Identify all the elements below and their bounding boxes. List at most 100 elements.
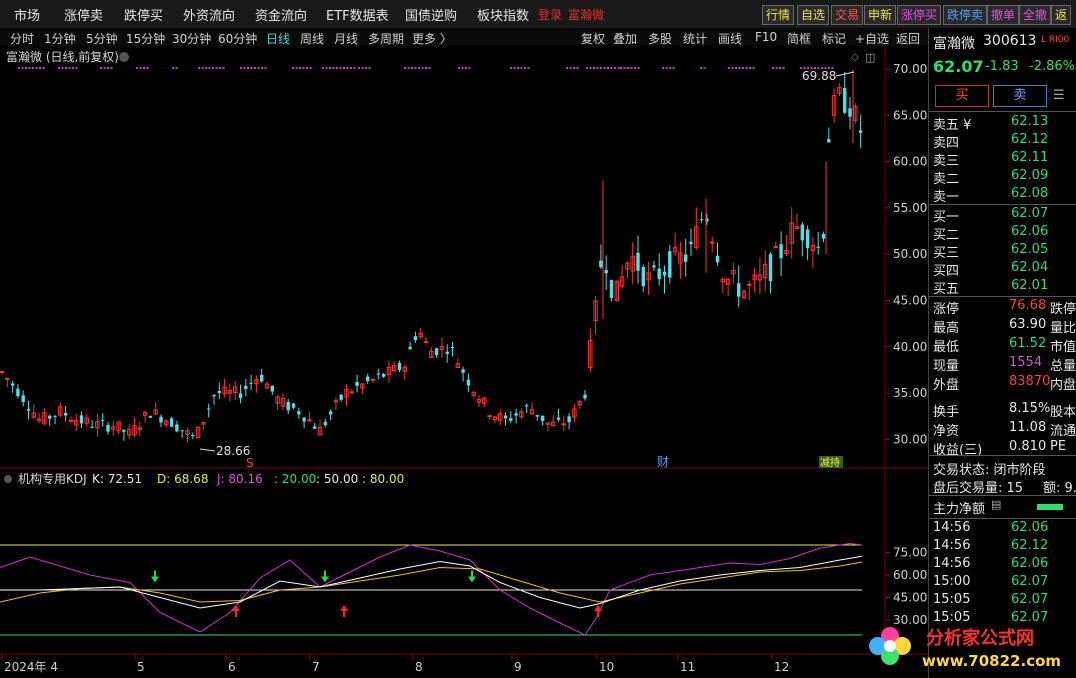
sell-button[interactable]: 卖 <box>993 85 1047 107</box>
signal-dot <box>630 67 633 69</box>
period-monthly[interactable]: 月线 <box>334 30 358 47</box>
menu-market[interactable]: 市场 <box>14 5 40 24</box>
signal-dot <box>42 67 45 69</box>
stock-code: 300613 <box>983 33 1037 49</box>
candle-body-down <box>509 418 513 421</box>
period-1min[interactable]: 1分钟 <box>44 30 76 47</box>
tool-draw[interactable]: 画线 <box>718 30 742 47</box>
candle-body-down <box>848 108 852 117</box>
period-30min[interactable]: 30分钟 <box>172 30 211 47</box>
menu-limit-up-sell[interactable]: 涨停卖 <box>64 5 103 24</box>
tool-adjust[interactable]: 复权 <box>581 30 605 47</box>
signal-dot <box>21 67 24 69</box>
toolbar-cancel-all-button[interactable]: 全撤 <box>1019 5 1052 25</box>
stat-label: 换手 <box>933 405 960 420</box>
signal-dot <box>637 67 640 69</box>
signal-dot <box>669 67 671 69</box>
ask-price: 62.11 <box>1011 150 1049 165</box>
candle-body-down <box>668 251 672 278</box>
candle-body-down <box>323 421 327 426</box>
signal-dot <box>665 67 668 69</box>
tool-stats[interactable]: 统计 <box>683 30 707 47</box>
toolbar-limit-up-buy-button[interactable]: 涨停买 <box>897 5 942 25</box>
signal-dot <box>593 67 595 69</box>
tick-time: 15:05 <box>933 592 971 607</box>
period-15min[interactable]: 15分钟 <box>126 30 165 47</box>
divider <box>929 455 1076 456</box>
tool-simple-frame[interactable]: 简框 <box>787 30 811 47</box>
jian-event-marker[interactable]: 减持 <box>820 456 840 469</box>
period-more[interactable]: 更多 〉 <box>412 30 452 47</box>
period-tick[interactable]: 分时 <box>10 30 34 47</box>
s-event-marker[interactable]: S <box>246 456 254 470</box>
period-5min[interactable]: 5分钟 <box>86 30 118 47</box>
kline-chart[interactable]: 富瀚微 (日线,前复权) ◇ ◫ 70.00 65.00 60.00 55.00 50.… <box>0 46 928 678</box>
main-flow-label: 主力净额 <box>933 502 986 517</box>
signal-dot <box>18 67 20 69</box>
signal-dot <box>39 67 41 69</box>
toolbar-cancel-order-button[interactable]: 撤单 <box>987 5 1020 25</box>
tick-price: 62.06 <box>1011 520 1049 535</box>
cai-event-marker[interactable]: 财 <box>657 455 669 469</box>
more-icon[interactable]: ☰ <box>1053 88 1065 103</box>
menu-repo[interactable]: 国债逆购 <box>405 5 457 24</box>
indicator-settings-icon[interactable] <box>4 475 12 483</box>
menu-foreign-flow[interactable]: 外资流向 <box>183 5 235 24</box>
price-tick-label: 50.00 <box>893 247 927 261</box>
candle-body-down <box>461 369 465 373</box>
menu-limit-down-buy[interactable]: 跌停买 <box>124 5 163 24</box>
signal-dot <box>672 67 675 69</box>
toolbar-trade-button[interactable]: 交易 <box>831 5 864 25</box>
signal-dot <box>458 67 460 69</box>
candle-body-down <box>525 405 529 407</box>
toolbar-back-button[interactable]: 返 <box>1051 5 1072 25</box>
candle-body-down <box>90 426 94 428</box>
candle-body-down <box>827 138 831 143</box>
tool-multi-stock[interactable]: 多股 <box>648 30 672 47</box>
tool-add-watchlist[interactable]: +自选 <box>855 30 889 47</box>
signal-dot <box>299 67 301 69</box>
period-60min[interactable]: 60分钟 <box>218 30 257 47</box>
toolbar-watchlist-button[interactable]: 自选 <box>797 5 830 25</box>
collapse-icon[interactable]: ◫ <box>865 51 875 64</box>
diamond-icon[interactable]: ◇ <box>851 52 859 63</box>
period-weekly[interactable]: 周线 <box>300 30 324 47</box>
tool-mark[interactable]: 标记 <box>822 30 846 47</box>
signal-dot <box>243 67 246 69</box>
toolbar-limit-down-sell-button[interactable]: 跌停卖 <box>943 5 988 25</box>
signal-dot <box>261 67 263 69</box>
signal-dot <box>332 67 335 69</box>
stat-label: 涨停 <box>933 302 960 317</box>
signal-dot <box>329 67 331 69</box>
tool-return[interactable]: 返回 <box>896 30 920 47</box>
menu-capital-flow[interactable]: 资金流向 <box>255 5 307 24</box>
quote-panel: 富瀚微 300613 L RI00 62.07 -1.83 -2.86% 买 卖… <box>928 28 1076 678</box>
signal-dot <box>524 67 526 69</box>
time-tick-label: 10 <box>599 660 614 674</box>
period-multi[interactable]: 多周期 <box>368 30 404 47</box>
period-daily[interactable]: 日线 <box>266 30 290 47</box>
candle-body-down <box>556 417 561 420</box>
candle-body-up <box>0 370 5 373</box>
menu-sector-index[interactable]: 板块指数 <box>477 5 529 24</box>
tool-overlay[interactable]: 叠加 <box>613 30 637 47</box>
signal-dot <box>139 67 142 69</box>
toolbar-quote-button[interactable]: 行情 <box>762 5 795 25</box>
buy-button[interactable]: 买 <box>935 85 989 107</box>
flow-menu-icon[interactable]: ▤ <box>991 498 1001 511</box>
candle-body-up <box>773 246 778 249</box>
settings-icon[interactable] <box>119 52 129 62</box>
signal-dot <box>465 67 467 69</box>
kdj-tick-label: 75.00 <box>893 546 927 560</box>
stat-label: 最低 <box>933 340 960 355</box>
login-link[interactable]: 登录 <box>538 6 562 23</box>
ask-price: 62.09 <box>1011 168 1049 183</box>
tool-f10[interactable]: F10 <box>755 30 777 44</box>
menu-etf-table[interactable]: ETF数据表 <box>326 5 389 24</box>
toolbar-ipo-button[interactable]: 申新 <box>864 5 897 25</box>
time-tick-label: 2024年 4 <box>4 660 58 674</box>
signal-dot <box>603 67 606 69</box>
stat-label: 最高 <box>933 321 960 336</box>
candle-body-down <box>355 382 359 386</box>
signal-dot <box>700 67 702 69</box>
